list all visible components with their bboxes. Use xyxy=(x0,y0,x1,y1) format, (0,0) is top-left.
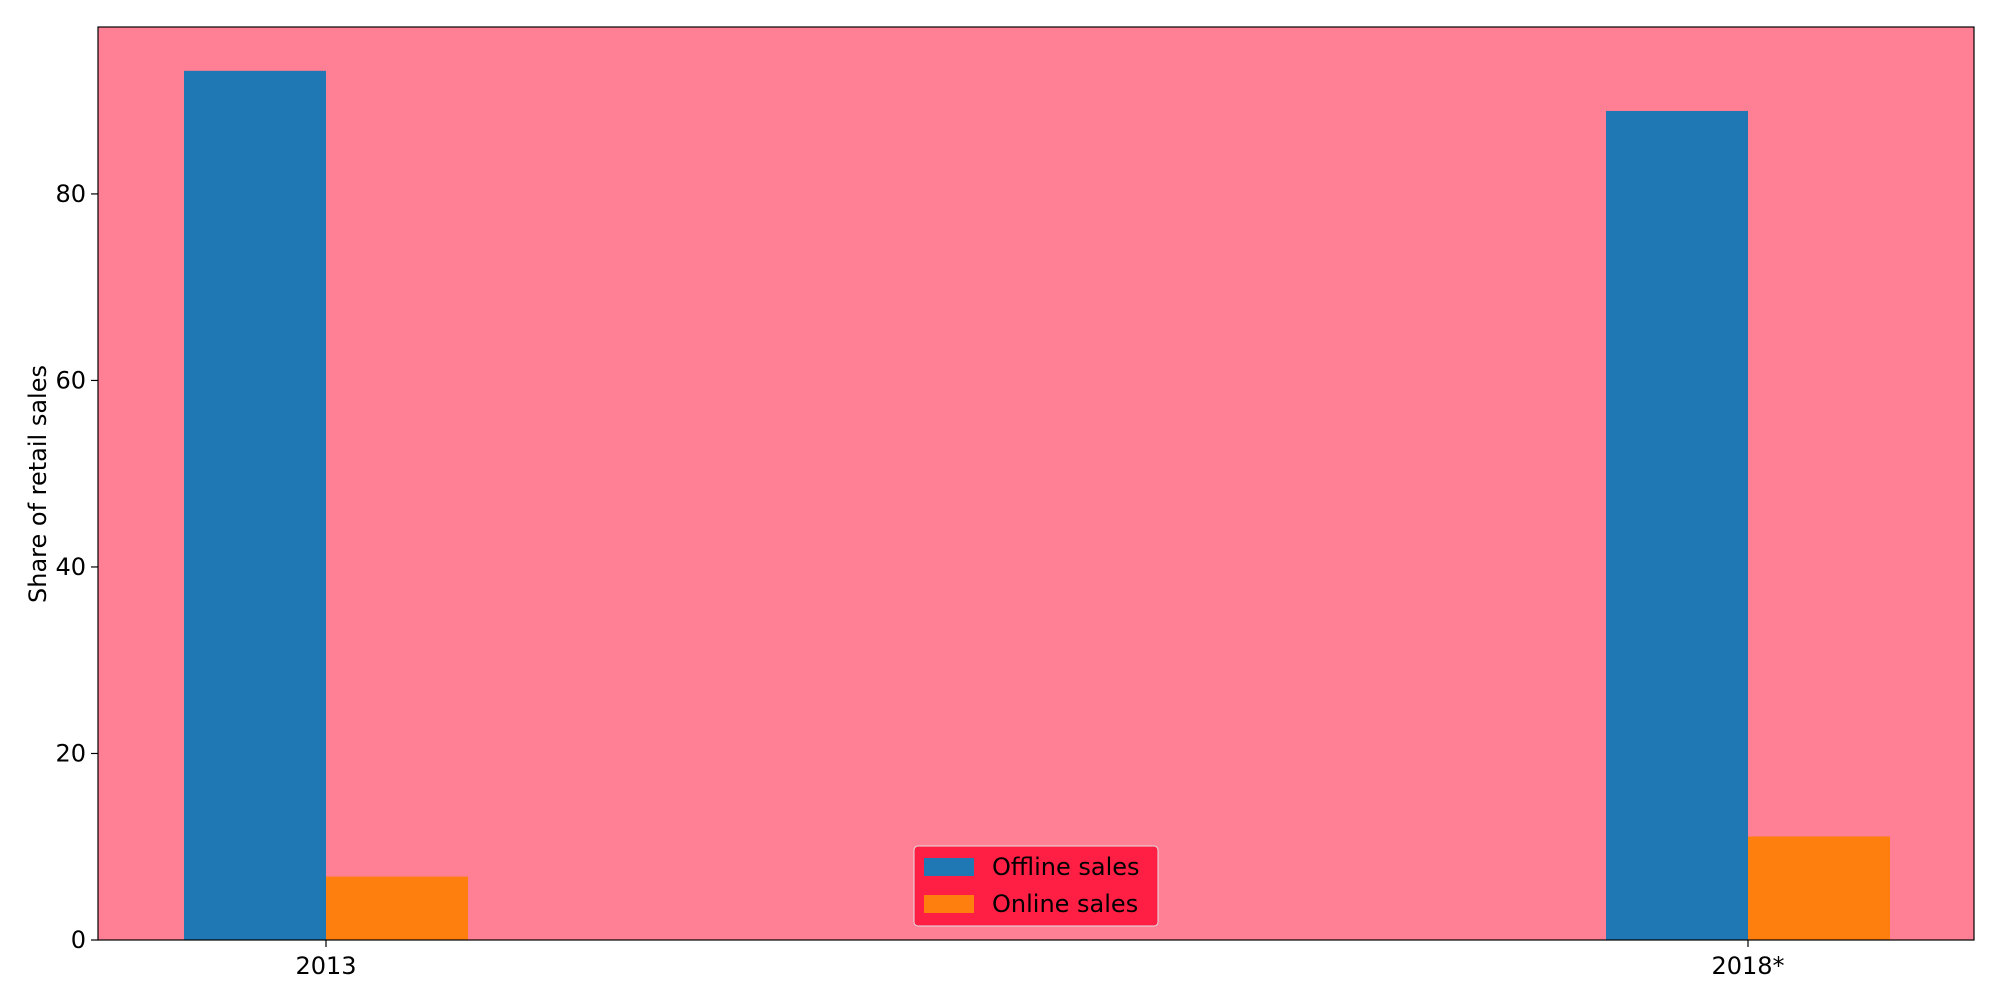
bar-offline-sales-2018 xyxy=(1606,110,1748,940)
y-tick-label: 20 xyxy=(55,739,86,767)
chart: 0 20 40 60 80 2013 2018* Share of retail sale… xyxy=(24,26,1975,980)
x-axis: 2013 2018* xyxy=(295,940,1785,980)
bar-online-sales-2018 xyxy=(1748,836,1890,940)
y-axis: 0 20 40 60 80 xyxy=(55,180,98,954)
y-tick-label: 40 xyxy=(55,553,86,581)
y-tick-label: 0 xyxy=(71,926,86,954)
legend-swatch xyxy=(924,858,974,876)
y-axis-label: Share of retail sales xyxy=(24,365,52,603)
x-tick-label: 2013 xyxy=(295,952,356,980)
y-tick-label: 80 xyxy=(55,180,86,208)
legend-swatch xyxy=(924,895,974,913)
chart-container: 0 20 40 60 80 2013 2018* Share of retail sale… xyxy=(0,0,2000,1000)
legend-label: Offline sales xyxy=(992,853,1140,881)
legend: Offline sales Online sales xyxy=(913,845,1159,927)
legend-label: Online sales xyxy=(992,890,1138,918)
bar-online-sales-2013 xyxy=(326,876,468,940)
y-tick-label: 60 xyxy=(55,366,86,394)
bar-offline-sales-2013 xyxy=(184,70,326,940)
x-tick-label: 2018* xyxy=(1711,952,1784,980)
